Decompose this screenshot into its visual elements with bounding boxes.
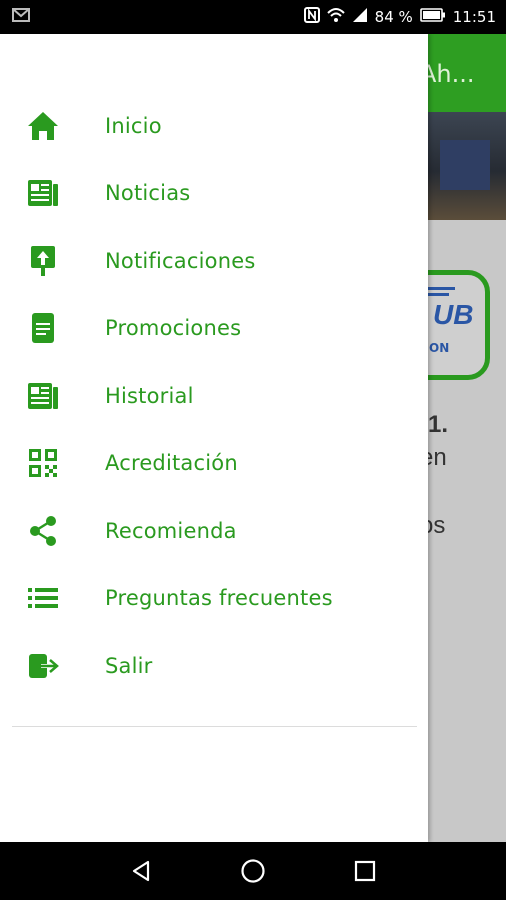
menu-item-notificaciones[interactable]: Notificaciones [0,227,428,295]
status-time: 11:51 [452,8,496,26]
app-toolbar-title: Ah... [420,60,475,88]
menu-item-label: Noticias [105,181,191,206]
newspaper-icon [26,379,60,413]
menu-item-label: Promociones [105,316,242,341]
menu-item-label: Salir [105,653,153,678]
menu-item-label: Historial [105,383,194,408]
menu-item-label: Notificaciones [105,248,256,273]
home-icon [26,109,60,143]
newspaper-icon [26,176,60,210]
battery-percent: 84 % [374,8,413,26]
exit-icon [26,649,60,683]
menu-item-preguntas-frecuentes[interactable]: Preguntas frecuentes [0,565,428,633]
menu-item-historial[interactable]: Historial [0,362,428,430]
menu-item-salir[interactable]: Salir [0,632,428,700]
menu-item-promociones[interactable]: Promociones [0,295,428,363]
menu-item-acreditacion[interactable]: Acreditación [0,430,428,498]
upload-note-icon [26,244,60,278]
qr-code-icon [26,446,60,480]
battery-icon [419,8,446,26]
wifi-icon [326,7,345,27]
signal-icon [352,7,368,27]
recents-icon[interactable] [350,856,380,886]
menu-item-inicio[interactable]: Inicio [0,92,428,160]
menu-item-label: Recomienda [105,518,237,543]
menu-item-label: Acreditación [105,451,238,476]
back-icon[interactable] [126,856,156,886]
gmail-icon [12,8,30,26]
navigation-drawer: Inicio Noticias Notificaciones Promocion… [0,34,428,842]
home-circle-icon[interactable] [238,856,268,886]
system-nav-bar [0,842,506,900]
status-bar: 84 % 11:51 [0,0,506,34]
menu-item-label: Preguntas frecuentes [105,586,333,611]
menu-item-noticias[interactable]: Noticias [0,160,428,228]
nfc-icon [303,7,320,27]
drawer-divider [12,726,417,727]
share-icon [26,514,60,548]
drawer-menu: Inicio Noticias Notificaciones Promocion… [0,92,428,700]
menu-item-recomienda[interactable]: Recomienda [0,497,428,565]
list-icon [26,581,60,615]
document-icon [26,311,60,345]
menu-item-label: Inicio [105,113,162,138]
